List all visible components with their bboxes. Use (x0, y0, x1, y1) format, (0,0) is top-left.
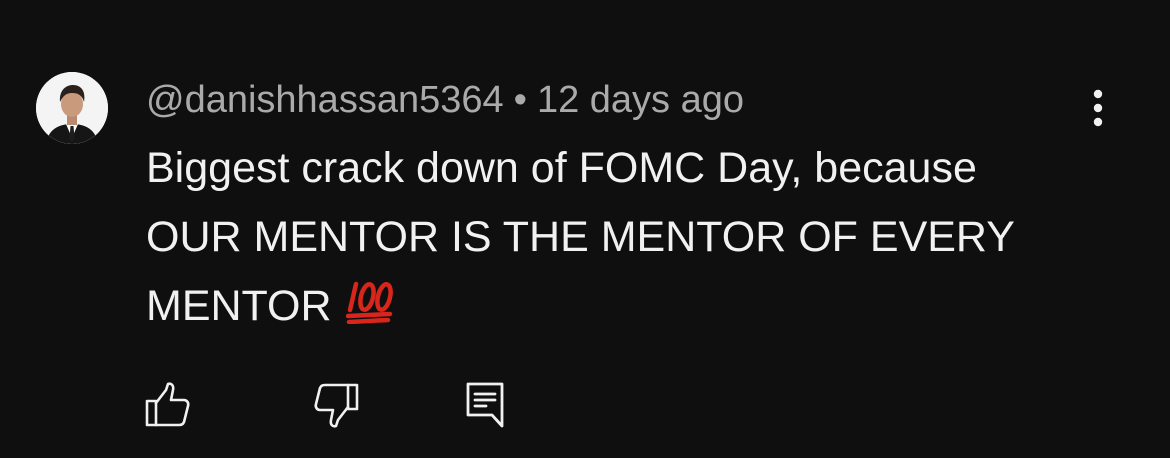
comment-timestamp[interactable]: 12 days ago (537, 79, 744, 121)
comment-text-line: MENTOR💯 (146, 272, 1136, 341)
avatar-image (36, 72, 108, 144)
more-actions-button[interactable] (1078, 84, 1118, 132)
like-button[interactable] (144, 380, 192, 430)
hundred-points-emoji: 💯 (345, 276, 396, 325)
reply-button[interactable] (462, 380, 510, 430)
avatar[interactable] (36, 72, 108, 144)
thumbs-up-icon (145, 382, 190, 427)
comment-meta: @danishhassan5364 • 12 days ago (146, 78, 744, 122)
more-vertical-icon (1093, 89, 1103, 127)
comment-text-line: OUR MENTOR IS THE MENTOR OF EVERY (146, 213, 1015, 261)
comment-text: Biggest crack down of FOMC Day, because … (146, 134, 1136, 341)
meta-separator: • (513, 79, 527, 121)
comment-text-line: Biggest crack down of FOMC Day, because (146, 144, 977, 192)
comment-reply-icon (466, 382, 504, 428)
thumbs-down-icon (314, 383, 359, 428)
author-name[interactable]: @danishhassan5364 (146, 79, 504, 121)
comment-item: @danishhassan5364 • 12 days ago Biggest cr… (0, 0, 1170, 458)
dislike-button[interactable] (312, 380, 360, 430)
